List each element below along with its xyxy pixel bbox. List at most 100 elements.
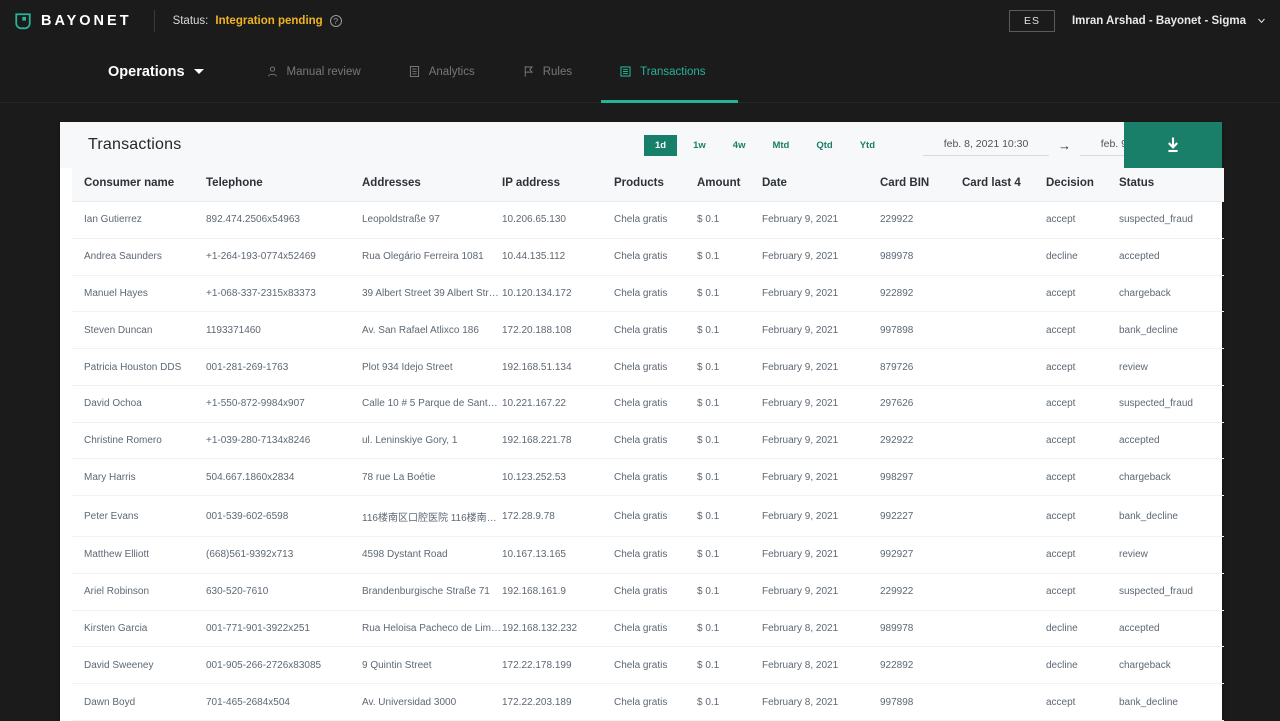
cell-amount: $ 0.1 bbox=[697, 422, 762, 459]
table-row[interactable]: Steven Duncan1193371460Av. San Rafael At… bbox=[72, 312, 1224, 349]
cell-status: bank_decline bbox=[1119, 312, 1224, 349]
operations-dropdown[interactable]: Operations bbox=[108, 64, 204, 80]
table-row[interactable]: Ian Gutierrez892.474.2506x54963Leopoldst… bbox=[72, 202, 1224, 239]
table-row[interactable]: David Ochoa+1-550-872-9984x907Calle 10 #… bbox=[72, 385, 1224, 422]
range-button-1w[interactable]: 1w bbox=[682, 135, 717, 156]
cell-amount: $ 0.1 bbox=[697, 537, 762, 574]
cell-decision: accept bbox=[1046, 496, 1119, 537]
cell-product: Chela gratis bbox=[614, 459, 697, 496]
range-button-qtd[interactable]: Qtd bbox=[805, 135, 843, 156]
cell-telephone: 001-539-602-6598 bbox=[206, 496, 362, 537]
cell-ip-address: 10.44.135.112 bbox=[502, 238, 614, 275]
cell-consumer-name: Ian Gutierrez bbox=[72, 202, 206, 239]
cell-ip-address: 192.168.51.134 bbox=[502, 349, 614, 386]
column-header-card-bin[interactable]: Card BIN bbox=[880, 168, 962, 202]
cell-product: Chela gratis bbox=[614, 238, 697, 275]
cell-status: chargeback bbox=[1119, 275, 1224, 312]
language-button[interactable]: ES bbox=[1009, 10, 1055, 32]
nav-item-rules[interactable]: Rules bbox=[520, 41, 574, 103]
table-row[interactable]: Manuel Hayes+1-068-337-2315x8337339 Albe… bbox=[72, 275, 1224, 312]
cell-date: February 8, 2021 bbox=[762, 684, 880, 721]
cell-ip-address: 10.221.167.22 bbox=[502, 385, 614, 422]
nav-item-manual-review[interactable]: Manual review bbox=[264, 41, 363, 103]
cell-card-bin: 229922 bbox=[880, 573, 962, 610]
cell-amount: $ 0.1 bbox=[697, 573, 762, 610]
cell-card-bin: 292922 bbox=[880, 422, 962, 459]
cell-date: February 9, 2021 bbox=[762, 349, 880, 386]
cell-amount: $ 0.1 bbox=[697, 349, 762, 386]
table-row[interactable]: Ariel Robinson630-520-7610Brandenburgisc… bbox=[72, 573, 1224, 610]
cell-status: review bbox=[1119, 349, 1224, 386]
column-header-amount[interactable]: Amount bbox=[697, 168, 762, 202]
cell-telephone: 001-281-269-1763 bbox=[206, 349, 362, 386]
cell-decision: accept bbox=[1046, 385, 1119, 422]
range-button-1d[interactable]: 1d bbox=[644, 135, 677, 156]
range-button-ytd[interactable]: Ytd bbox=[849, 135, 886, 156]
cell-ip-address: 10.123.252.53 bbox=[502, 459, 614, 496]
cell-card-last-4 bbox=[962, 684, 1046, 721]
cell-card-bin: 997898 bbox=[880, 684, 962, 721]
page-title: Transactions bbox=[60, 136, 181, 154]
cell-ip-address: 192.168.161.9 bbox=[502, 573, 614, 610]
table-row[interactable]: Christine Romero+1-039-280-7134x8246ul. … bbox=[72, 422, 1224, 459]
cell-ip-address: 10.120.134.172 bbox=[502, 275, 614, 312]
range-button-mtd[interactable]: Mtd bbox=[761, 135, 800, 156]
column-header-status[interactable]: Status bbox=[1119, 168, 1224, 202]
cell-telephone: +1-264-193-0774x52469 bbox=[206, 238, 362, 275]
cell-date: February 9, 2021 bbox=[762, 202, 880, 239]
table-row[interactable]: Dawn Boyd701-465-2684x504Av. Universidad… bbox=[72, 684, 1224, 721]
cell-status: accepted bbox=[1119, 422, 1224, 459]
cell-product: Chela gratis bbox=[614, 312, 697, 349]
column-header-card-last-4[interactable]: Card last 4 bbox=[962, 168, 1046, 202]
download-icon bbox=[1163, 135, 1183, 155]
column-header-products[interactable]: Products bbox=[614, 168, 697, 202]
column-header-addresses[interactable]: Addresses bbox=[362, 168, 502, 202]
cell-date: February 9, 2021 bbox=[762, 573, 880, 610]
cell-decision: accept bbox=[1046, 537, 1119, 574]
range-button-4w[interactable]: 4w bbox=[722, 135, 757, 156]
cell-card-last-4 bbox=[962, 459, 1046, 496]
cell-date: February 9, 2021 bbox=[762, 537, 880, 574]
table-header: Consumer name Telephone Addresses IP add… bbox=[72, 168, 1224, 202]
table-row[interactable]: Kirsten Garcia001-771-901-3922x251Rua He… bbox=[72, 610, 1224, 647]
cell-card-last-4 bbox=[962, 422, 1046, 459]
operations-label: Operations bbox=[108, 64, 185, 80]
column-header-telephone[interactable]: Telephone bbox=[206, 168, 362, 202]
cell-address: 39 Albert Street 39 Albert Street bbox=[362, 275, 502, 312]
cell-ip-address: 192.168.132.232 bbox=[502, 610, 614, 647]
column-header-ip-address[interactable]: IP address bbox=[502, 168, 614, 202]
column-header-date[interactable]: Date bbox=[762, 168, 880, 202]
cell-card-bin: 922892 bbox=[880, 647, 962, 684]
cell-product: Chela gratis bbox=[614, 349, 697, 386]
table-container: Consumer name Telephone Addresses IP add… bbox=[60, 168, 1222, 721]
nav-label: Transactions bbox=[640, 66, 705, 78]
cell-product: Chela gratis bbox=[614, 647, 697, 684]
cell-address: 78 rue La Boétie bbox=[362, 459, 502, 496]
table-row[interactable]: Mary Harris504.667.1860x283478 rue La Bo… bbox=[72, 459, 1224, 496]
cell-ip-address: 172.28.9.78 bbox=[502, 496, 614, 537]
cell-consumer-name: David Ochoa bbox=[72, 385, 206, 422]
help-icon[interactable]: ? bbox=[330, 15, 342, 27]
cell-card-last-4 bbox=[962, 385, 1046, 422]
nav-item-analytics[interactable]: Analytics bbox=[406, 41, 477, 103]
date-from-input[interactable] bbox=[923, 134, 1049, 156]
table-row[interactable]: Peter Evans001-539-602-6598116楼南区口腔医院 11… bbox=[72, 496, 1224, 537]
status-badge: Integration pending bbox=[215, 15, 322, 27]
brand-logo[interactable]: BAYONET bbox=[14, 12, 132, 30]
table-row[interactable]: Matthew Elliott(668)561-9392x7134598 Dys… bbox=[72, 537, 1224, 574]
table-row[interactable]: David Sweeney001-905-266-2726x830859 Qui… bbox=[72, 647, 1224, 684]
cell-card-bin: 229922 bbox=[880, 202, 962, 239]
column-header-consumer-name[interactable]: Consumer name bbox=[72, 168, 206, 202]
cell-card-last-4 bbox=[962, 238, 1046, 275]
table-row[interactable]: Patricia Houston DDS001-281-269-1763Plot… bbox=[72, 349, 1224, 386]
cell-card-bin: 989978 bbox=[880, 238, 962, 275]
cell-card-last-4 bbox=[962, 537, 1046, 574]
download-button[interactable] bbox=[1124, 122, 1222, 168]
cell-telephone: +1-068-337-2315x83373 bbox=[206, 275, 362, 312]
user-menu[interactable]: Imran Arshad - Bayonet - Sigma bbox=[1072, 15, 1266, 27]
nav-item-transactions[interactable]: Transactions bbox=[617, 41, 707, 103]
cell-card-last-4 bbox=[962, 312, 1046, 349]
column-header-decision[interactable]: Decision bbox=[1046, 168, 1119, 202]
table-row[interactable]: Andrea Saunders+1-264-193-0774x52469Rua … bbox=[72, 238, 1224, 275]
cell-product: Chela gratis bbox=[614, 610, 697, 647]
